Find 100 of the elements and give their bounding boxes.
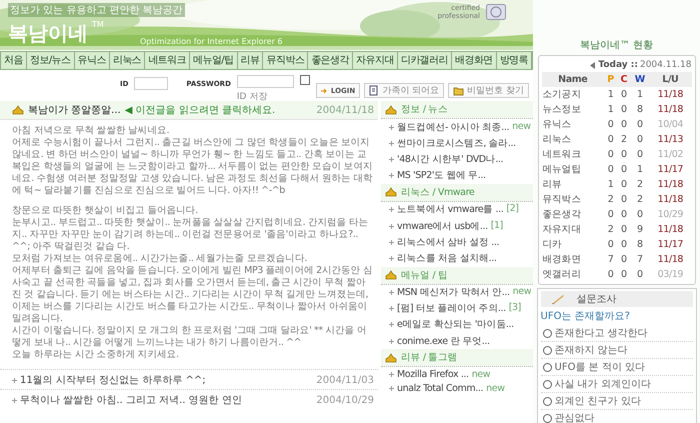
poll-option[interactable]: 사실 내가 외계인이다 [554,377,651,391]
post-paragraph: 창문으로 따뜻한 햇살이 비집고 들어옵니다. [12,205,199,217]
item-note: [3] [508,302,521,316]
board-item[interactable]: unalz Total Comm... [397,383,484,394]
radio-button[interactable] [542,380,552,388]
column-header: Name [542,72,604,87]
table-cell-text: 11/18 [656,223,684,237]
board-item[interactable]: 노트북에서 vmware를 ... [397,203,504,216]
bullet-icon [389,173,394,178]
poll-option[interactable]: 관심없다 [554,411,594,423]
post-paragraph: 시간이 이렇습니다. 정말이지 모 개그의 한 프로처럼 '그때 그때 달라요' ** 시간을 어떻게 보내 나.. 시간을 어떻게 느끼느냐는 내가 하기 나름이란거.. ^^ [12,325,368,349]
trademark: TM [92,20,104,29]
table-cell-text: 7 [606,253,614,267]
table-cell-text: 11/18 [656,193,684,207]
nav-tab[interactable]: 리눅스 [110,52,146,69]
table-cell-text: 엣갤러리 [542,268,582,282]
subtitle: Optimization for Internet Explorer 6 [140,37,283,46]
board-item[interactable]: 리눅스를 처음 설치해... [397,252,496,265]
bullet-icon [389,372,394,377]
board-item[interactable]: conime.exe 란 무엇... [397,334,490,348]
table-cell-text: 0 [636,148,644,162]
table-cell-text: 디카 [542,238,563,252]
poll-option[interactable]: 존재한다고 생각한다 [554,326,648,340]
table-cell-text: 10/04 [656,118,684,132]
post-date: 2004/11/18 [316,104,374,116]
nav-tab[interactable]: 리뷰 [238,52,264,69]
board-item[interactable]: 월드컵예선- 아시아 최종... [397,120,510,134]
table-cell-text: 유닉스 [542,118,572,132]
board-item[interactable]: vmware에서 usb에... [397,220,488,233]
post-paragraph: 오늘 하루라는 시간 소중하게 지키세요. [12,349,180,361]
table-cell-text: 리뷰 [542,178,563,192]
tagline: 정보가 있는 유용하고 편안한 복남공간 [8,3,185,17]
id-field[interactable] [134,77,168,90]
table-cell-text: 0 [620,238,628,252]
nav-tab[interactable]: 네트워크 [145,52,190,69]
nav-tab[interactable]: 자유지대 [353,52,398,69]
table-cell: 1 [630,87,650,102]
radio-button[interactable] [542,362,552,372]
table-cell-text: 8 [636,238,644,252]
checkbox[interactable] [300,75,310,85]
post-link[interactable]: 11월의 시작부터 정신없는 하루하루 ^^; [20,373,206,387]
table-cell-text: 11/13 [656,133,684,147]
bullet-icon [389,306,394,312]
post-paragraph: 눈부시고.. 부드럽고.. 따뜻한 햇살이.. 눈꺼풀을 살살살 간지럽히네요. 간지럼을 타는지.. 자꾸만 자꾸만 눈이 감기려 하는데.. 이런걸 전문용어로 '졸음'이라고 하나요?.. ^^; 아주 딱걸린것 같습 다. [12,217,370,253]
radio-button[interactable] [542,328,552,338]
board-item[interactable]: MSN 메신저가 막혀서 안... [397,286,510,300]
radio-button[interactable] [542,346,552,354]
table-cell-text: 0 [606,118,614,132]
table-cell-text: 2 [606,193,614,207]
nav-tab[interactable]: 처음 [1,52,27,69]
table-cell-text: 10/29 [656,208,684,222]
tag-icon [385,104,397,114]
table-cell-text: 뮤직박스 [542,193,582,207]
board-item[interactable]: MS 'SP2'도 웹에 무... [397,169,486,182]
post-link[interactable]: 무척이나 쌀쌀한 아침.. 그리고 저녁.. 영원한 연인 [20,393,242,407]
bullet-icon [389,124,394,130]
previous-link[interactable]: ◀ 이전글을 읽으려면 클릭하세요. [124,103,276,117]
nav-tab[interactable]: 디카갤러리 [398,52,452,69]
board-item[interactable]: 썬마이크로시스템즈, 솔라... [397,136,516,150]
poll-option[interactable]: UFO를 본 적이 있다 [554,360,645,374]
table-cell-text: 1 [636,163,644,177]
nav-tab[interactable]: 정보/뉴스 [26,52,74,69]
poll-option[interactable]: 존재하지 않는다 [554,343,628,357]
form-icon [369,85,380,96]
board-item[interactable]: Mozilla Firefox ... [397,368,469,380]
nav-tab[interactable]: 유닉스 [74,52,110,69]
board-item[interactable]: 리눅스에서 삼바 설정 ... [397,236,500,249]
nav-tab[interactable]: 뮤직박스 [263,52,308,69]
password-field[interactable] [236,75,294,88]
table-cell-text: 0 [620,208,628,222]
nav-tab[interactable]: 방명록 [496,52,532,69]
tag-icon [385,187,397,198]
table-cell-text: 0 [606,163,614,177]
table-cell: 1 [604,87,618,102]
nav-tab[interactable]: 배경화면 [452,52,497,69]
table-cell-text: 2 [620,133,628,147]
poll-option[interactable]: 외계인 친구가 있다 [554,394,641,408]
bullet-icon [389,240,394,245]
table-cell-text: 0 [620,103,628,117]
board-item[interactable]: [펌] 터보 플레이어 주의... [397,302,506,316]
board-item[interactable]: '48시간 시한부' DVD나... [397,152,504,166]
column-header: C [617,72,630,87]
nav-tab[interactable]: 메뉴얼/팁 [190,52,238,69]
logo-icon [486,4,506,20]
today-label: Today :: [598,60,638,70]
nav-tab[interactable]: 좋은생각 [308,52,354,69]
bullet-icon [389,338,394,344]
item-note: new [512,120,531,134]
board-item[interactable]: e메일로 확산되는 '마이둠... [397,318,514,332]
table-cell-text: 2 [636,178,644,192]
tag-icon [12,105,24,115]
post-paragraph: 어제부터 출퇴근 길에 음악을 듣습니다. 오이에게 빌린 MP3 플레이어에 2시간동안 심사숙고 끝 선곡한 곡들을 넣고, 집과 회사를 오가면서 듣는데, 출근 시간이 무척 짧아진 것 같습니다. 듣기 에는 버스타는 시간.. 기다리는 시간이 무척 길게만 느껴졌는데, 이제는 버스를 기다리는 시간도 버스를 타고가는 시간도.. 무척이나 짧아서 아쉬움이 밀려옵니다. [12,265,374,325]
table-cell-text: 0 [606,268,614,282]
radio-button[interactable] [542,414,552,422]
table-cell-text: 0 [606,133,614,147]
radio-button[interactable] [542,396,552,406]
bullet-icon [389,386,394,392]
table-cell-text: 7 [636,253,644,267]
table-cell-text: 배경화면 [542,253,582,267]
bullet-icon [389,322,394,328]
